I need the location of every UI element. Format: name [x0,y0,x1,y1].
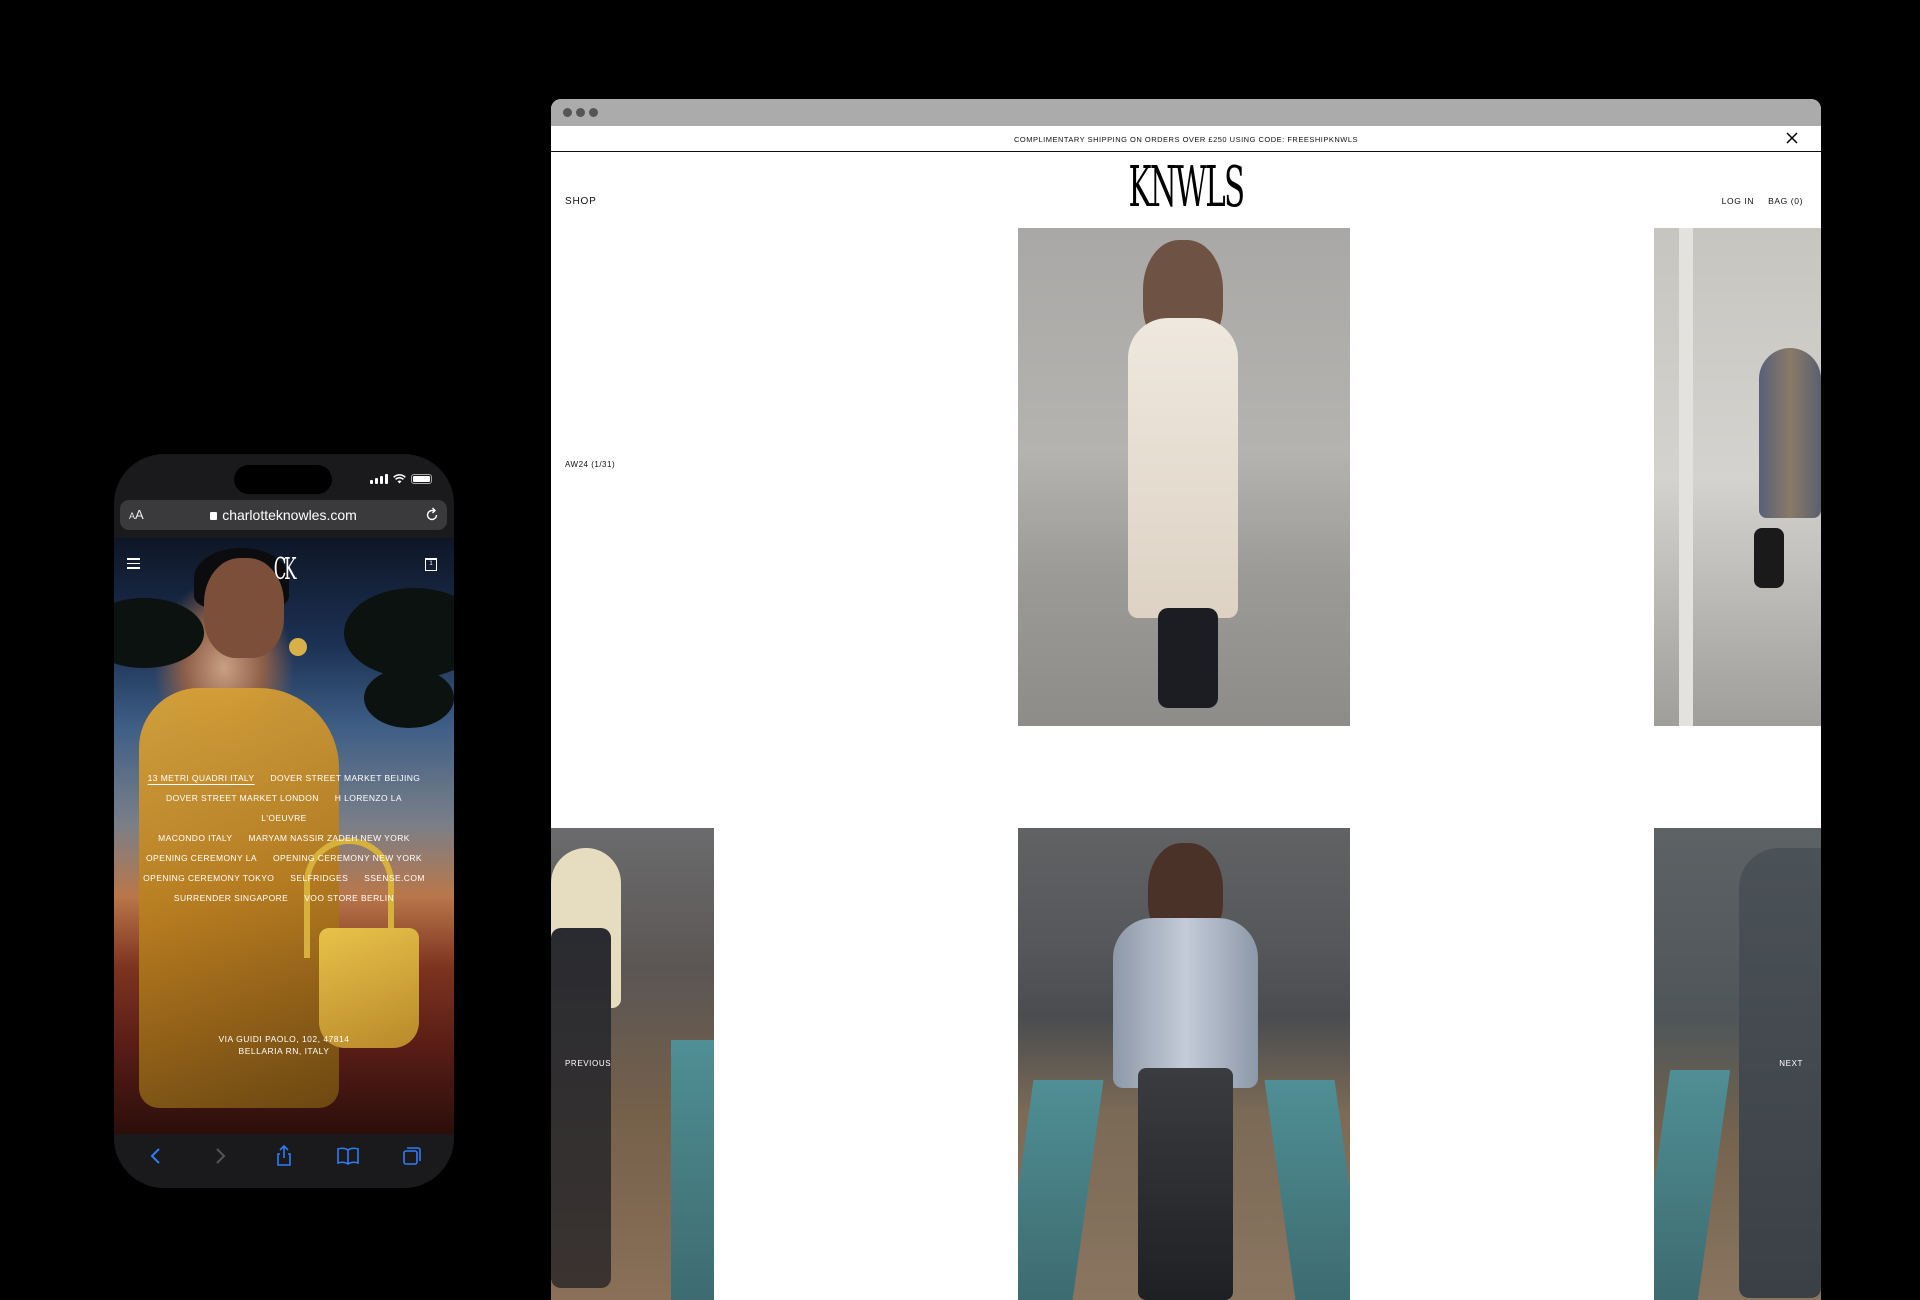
stockist-link[interactable]: MACONDO ITALY [158,828,232,848]
model-outfit [1739,848,1821,1298]
address-line: BELLARIA RN, ITALY [238,1046,330,1056]
model-jacket [1113,918,1258,1088]
model-jeans [1138,1068,1233,1300]
stockist-link[interactable]: SSENSE.COM [364,868,425,888]
stockist-link[interactable]: L'OEUVRE [261,808,306,828]
cellular-signal-icon [370,474,388,484]
hero-image: CK 1 13 METRI QUADRI ITALY DOVER STREET M… [114,538,454,1134]
runway-edge [671,1040,714,1300]
collection-counter: AW24 (1/31) [565,460,616,469]
next-button[interactable]: NEXT [1779,1059,1803,1068]
runway-edge [1654,1070,1731,1300]
lock-icon [210,512,218,520]
promo-banner: COMPLIMENTARY SHIPPING ON ORDERS OVER £2… [551,126,1821,152]
tabs-icon[interactable] [399,1146,425,1166]
window-controls [563,108,598,117]
stockist-link[interactable]: VOO STORE BERLIN [304,888,394,908]
forward-icon[interactable] [207,1147,233,1165]
pillar-shape [1679,228,1693,726]
bookmarks-icon[interactable] [335,1147,361,1165]
stockist-link[interactable]: DOVER STREET MARKET BEIJING [270,768,420,788]
tree-shape [344,588,454,678]
address-line: VIA GUIDI PAOLO, 102, 47814 [218,1034,350,1044]
safari-toolbar [114,1134,454,1188]
shopping-bag-icon[interactable]: 1 [425,558,437,571]
stockist-link[interactable]: DOVER STREET MARKET LONDON [166,788,319,808]
stockist-link[interactable]: OPENING CEREMONY LA [146,848,257,868]
share-icon[interactable] [271,1145,297,1167]
stockist-link[interactable]: SURRENDER SINGAPORE [174,888,288,908]
runway-look-image[interactable] [1018,228,1350,726]
bag-link[interactable]: BAG (0) [1768,196,1803,206]
tree-shape [114,598,204,668]
minimize-window-button[interactable] [576,108,585,117]
bag-count: 1 [429,561,433,567]
browser-chrome [551,99,1821,126]
stockist-link[interactable]: OPENING CEREMONY TOKYO [143,868,274,888]
dynamic-island [234,465,332,494]
model-dress [1128,318,1238,618]
site-header: SHOP KNWLS LOG IN BAG (0) [551,152,1821,228]
site-logo[interactable]: CK [191,552,378,587]
handbag [319,928,419,1048]
phone-mockup: AA charlotteknowles.com CK 1 13 METRI QU… [114,454,454,1188]
runway-edge [1264,1080,1350,1300]
status-bar [370,474,432,484]
site-logo[interactable]: KNWLS [837,160,1536,216]
url-text: charlotteknowles.com [222,507,357,523]
desktop-browser-window: COMPLIMENTARY SHIPPING ON ORDERS OVER £2… [551,99,1821,1300]
safari-address-bar[interactable]: AA charlotteknowles.com [120,500,447,530]
stockist-link[interactable]: H LORENZO LA [335,788,402,808]
earring [289,638,307,656]
model-bag [1754,528,1784,588]
back-icon[interactable] [143,1147,169,1165]
shop-link[interactable]: SHOP [565,196,597,207]
model-knit [1759,348,1821,518]
store-address: VIA GUIDI PAOLO, 102, 47814 BELLARIA RN,… [114,1033,454,1057]
promo-text: COMPLIMENTARY SHIPPING ON ORDERS OVER £2… [1013,135,1359,144]
hamburger-menu-icon[interactable] [127,558,140,572]
model-boots [1158,608,1218,708]
stockist-link[interactable]: 13 METRI QUADRI ITALY [148,768,255,788]
runway-look-image[interactable] [1654,228,1821,726]
stockist-list: 13 METRI QUADRI ITALY DOVER STREET MARKET… [128,768,440,908]
tree-shape [364,668,454,728]
stockist-link[interactable]: SELFRIDGES [290,868,348,888]
model-outfit [551,928,611,1288]
previous-button[interactable]: PREVIOUS [565,1059,611,1068]
stockist-link[interactable]: OPENING CEREMONY NEW YORK [273,848,422,868]
maximize-window-button[interactable] [589,108,598,117]
wifi-icon [393,474,406,484]
battery-icon [411,474,432,484]
stockist-link[interactable]: MARYAM NASSIR ZADEH NEW YORK [248,828,409,848]
login-link[interactable]: LOG IN [1722,196,1754,206]
close-icon[interactable] [1786,132,1798,144]
close-window-button[interactable] [563,108,572,117]
reload-icon[interactable] [425,506,439,522]
runway-edge [1018,1080,1104,1300]
runway-look-image[interactable] [1018,828,1350,1300]
